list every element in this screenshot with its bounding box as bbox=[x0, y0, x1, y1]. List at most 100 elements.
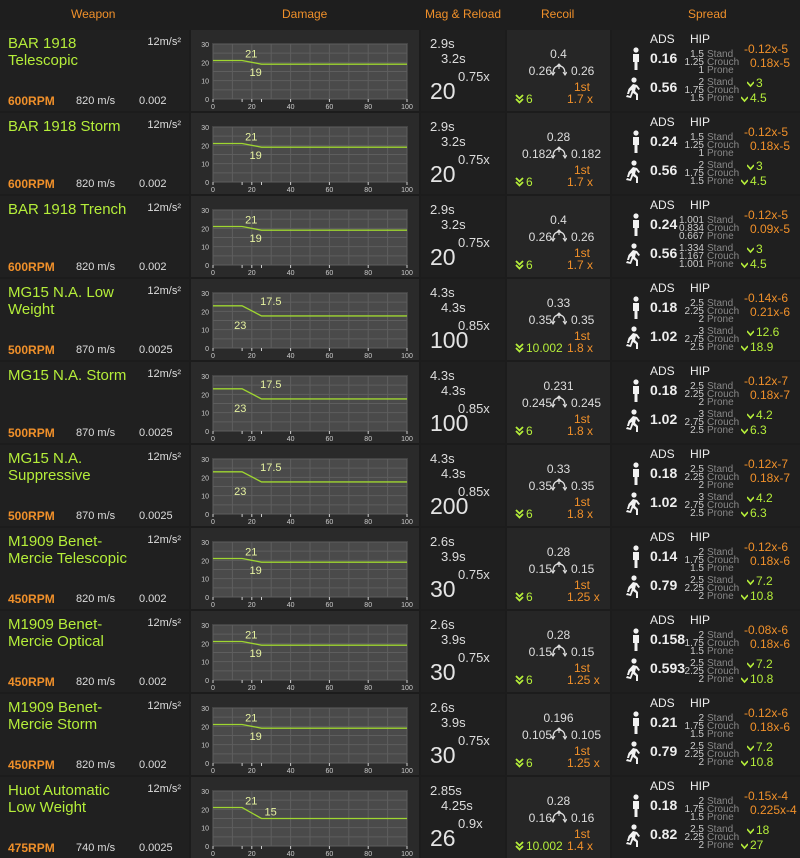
recoil-down: 6 bbox=[526, 175, 533, 189]
damage-cell: 30 20 10 0 0 20 40 60 80 100 21 19 bbox=[191, 694, 419, 775]
recoil-left: 0.105 bbox=[521, 728, 552, 742]
recoil-up: 0.33 bbox=[546, 296, 571, 310]
recoil-left: 0.26 bbox=[528, 230, 552, 244]
chart-x-tick: 100 bbox=[401, 519, 413, 526]
spread-increase-stand: -0.12x-6 bbox=[744, 706, 789, 720]
arrow-down-icon bbox=[741, 96, 748, 103]
damage-cell: 30 20 10 0 0 20 40 60 80 100 17.5 23 bbox=[191, 362, 419, 443]
hip-spread-move-label: Prone bbox=[707, 757, 734, 768]
spread-increase-crouch: 0.09x-5 bbox=[750, 222, 791, 236]
spread-increase-crouch: 0.18x-6 bbox=[750, 554, 791, 568]
chart-x-tick: 20 bbox=[248, 768, 256, 775]
hip-spread-stand-label: Prone bbox=[707, 65, 734, 76]
hip-spread-stand-value: 1.5 bbox=[690, 812, 704, 823]
spread-decrease-2: 10.8 bbox=[750, 589, 774, 603]
weapon-name[interactable]: MG15 N.A. Low Weight bbox=[8, 284, 138, 318]
spread-cell: ADS HIP 0.24 0.56 1.001 Stand 1.334 Stand 0.834 C… bbox=[612, 196, 800, 277]
fire-rate: 500RPM bbox=[8, 343, 55, 357]
header-recoil[interactable]: Recoil bbox=[541, 7, 574, 21]
hip-label: HIP bbox=[690, 530, 711, 544]
hip-spread-move-label: Prone bbox=[707, 674, 734, 685]
chart-y-tick: 0 bbox=[205, 595, 209, 602]
chart-x-tick: 0 bbox=[211, 519, 215, 526]
weapon-name[interactable]: BAR 1918 Storm bbox=[8, 118, 138, 135]
arrow-down-icon bbox=[741, 345, 748, 352]
chart-x-tick: 100 bbox=[401, 685, 413, 692]
weapon-name[interactable]: BAR 1918 Telescopic bbox=[8, 35, 138, 69]
standing-figure-icon bbox=[633, 545, 639, 568]
chart-x-tick: 0 bbox=[211, 602, 215, 609]
table-row: BAR 1918 Trench 12m/s² 600RPM 820 m/s 0.002 3… bbox=[0, 196, 800, 277]
recoil-cell: 0.28 0.182 0.182 6 1st 1.7 x bbox=[507, 113, 610, 194]
table-row: M1909 Benet-Mercie Optical 12m/s² 450RPM 82… bbox=[0, 611, 800, 692]
double-chevron-down-icon bbox=[515, 675, 524, 685]
weapon-cell: BAR 1918 Telescopic 12m/s² 600RPM 820 m/s 0.… bbox=[0, 30, 189, 111]
reload-time-empty: 4.25s bbox=[441, 798, 473, 813]
damage-label-low: 15 bbox=[265, 807, 277, 819]
hip-spread-move-label: Prone bbox=[707, 176, 734, 187]
chart-x-tick: 100 bbox=[401, 270, 413, 277]
drag-coefficient: 0.0025 bbox=[139, 842, 173, 854]
fire-rate: 600RPM bbox=[8, 177, 55, 191]
recoil-down: 6 bbox=[526, 507, 533, 521]
acceleration: 12m/s² bbox=[147, 617, 181, 629]
recoil-up: 0.196 bbox=[543, 711, 574, 725]
chart-x-tick: 0 bbox=[211, 685, 215, 692]
weapon-name[interactable]: BAR 1918 Trench bbox=[8, 201, 138, 218]
reload-time-empty: 3.9s bbox=[441, 632, 466, 647]
weapon-name[interactable]: MG15 N.A. Suppressive bbox=[8, 450, 138, 484]
damage-label-high: 21 bbox=[245, 49, 257, 61]
arrow-down-icon bbox=[741, 760, 748, 767]
chart-x-tick: 20 bbox=[248, 685, 256, 692]
damage-chart: 30201000 20 40 60 80 10017.523 bbox=[201, 457, 413, 526]
chart-x-tick: 60 bbox=[326, 353, 334, 360]
reload-time-empty: 3.2s bbox=[441, 217, 466, 232]
first-shot-multiplier: 1.8 x bbox=[567, 341, 594, 355]
damage-label-high: 21 bbox=[245, 630, 257, 642]
header-mag-reload[interactable]: Mag & Reload bbox=[425, 7, 501, 21]
muzzle-velocity: 820 m/s bbox=[76, 178, 116, 190]
standing-figure-icon bbox=[633, 213, 639, 236]
weapon-name[interactable]: M1909 Benet-Mercie Storm bbox=[8, 699, 138, 733]
chart-x-tick: 80 bbox=[364, 602, 372, 609]
hip-spread-move-value: 2.5 bbox=[690, 425, 704, 436]
header-spread[interactable]: Spread bbox=[688, 7, 727, 21]
drag-coefficient: 0.0025 bbox=[139, 427, 173, 439]
standing-figure-icon bbox=[633, 379, 639, 402]
weapon-name[interactable]: MG15 N.A. Storm bbox=[8, 367, 138, 384]
table-header: Weapon Damage Mag & Reload Recoil Spread bbox=[0, 0, 800, 30]
chart-x-tick: 80 bbox=[364, 768, 372, 775]
running-figure-icon bbox=[626, 575, 640, 598]
hip-spread-stand-value: 1.5 bbox=[690, 729, 704, 740]
hip-label: HIP bbox=[690, 447, 711, 461]
chart-y-tick: 20 bbox=[201, 807, 209, 814]
weapon-name[interactable]: Huot Automatic Low Weight bbox=[8, 782, 138, 816]
drag-coefficient: 0.002 bbox=[139, 95, 167, 107]
weapon-name[interactable]: M1909 Benet-Mercie Telescopic bbox=[8, 533, 138, 567]
reload-time-empty: 4.3s bbox=[441, 383, 466, 398]
drag-coefficient: 0.002 bbox=[139, 759, 167, 771]
mag-reload-cell: 4.3s 4.3s 0.85x 200 bbox=[421, 445, 505, 526]
spread-decrease-1: 7.2 bbox=[756, 740, 773, 754]
weapon-name[interactable]: M1909 Benet-Mercie Optical bbox=[8, 616, 138, 650]
spread-cell: ADS HIP 0.158 0.593 2 Stand 2.5 Stand 1.75 Crouch… bbox=[612, 611, 800, 692]
fire-rate: 450RPM bbox=[8, 592, 55, 606]
hip-spread-stand-label: Prone bbox=[707, 231, 734, 242]
reload-multiplier: 0.75x bbox=[458, 69, 490, 84]
reload-time-partial: 2.6s bbox=[430, 700, 455, 715]
table-row: MG15 N.A. Low Weight 12m/s² 500RPM 870 m/s 0… bbox=[0, 279, 800, 360]
spread-increase-stand: -0.12x-7 bbox=[744, 374, 789, 388]
hip-spread-move-label: Prone bbox=[707, 591, 734, 602]
chart-y-tick: 10 bbox=[201, 245, 209, 252]
muzzle-velocity: 820 m/s bbox=[76, 261, 116, 273]
magazine-size: 26 bbox=[430, 825, 456, 851]
spread-cell: ADS HIP 0.14 0.79 2 Stand 2.5 Stand 1.75 Crouch 2.… bbox=[612, 528, 800, 609]
hip-spread-move-value: 2 bbox=[698, 674, 704, 685]
header-damage[interactable]: Damage bbox=[282, 7, 327, 21]
chart-y-tick: 20 bbox=[201, 309, 209, 316]
chart-x-tick: 80 bbox=[364, 519, 372, 526]
reload-time-empty: 3.2s bbox=[441, 51, 466, 66]
chart-y-tick: 20 bbox=[201, 641, 209, 648]
header-weapon[interactable]: Weapon bbox=[71, 7, 115, 21]
hip-spread-move-value: 1.001 bbox=[678, 259, 704, 270]
